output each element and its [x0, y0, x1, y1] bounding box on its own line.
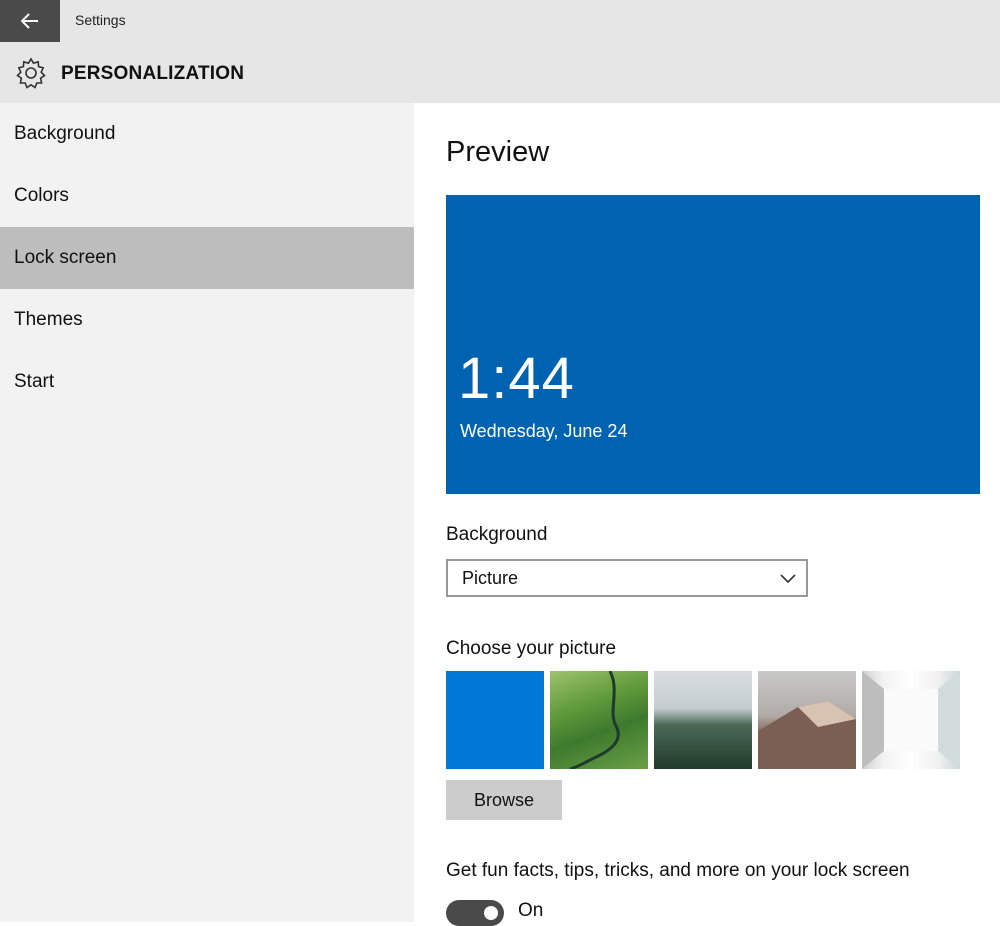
preview-time: 1:44 [458, 346, 575, 411]
background-dropdown[interactable]: Picture [446, 559, 808, 597]
picture-thumbnail-blue[interactable] [446, 671, 544, 769]
fun-facts-toggle[interactable] [446, 900, 504, 926]
preview-heading: Preview [446, 136, 550, 168]
lock-screen-preview: 1:44 Wednesday, June 24 [446, 195, 980, 494]
main-content: Preview 1:44 Wednesday, June 24 Backgrou… [414, 103, 1000, 926]
section-title: PERSONALIZATION [61, 63, 245, 84]
sidebar-item-label: Colors [14, 185, 69, 206]
picture-thumbnail-white-room[interactable] [862, 671, 960, 769]
sidebar-item-start[interactable]: Start [0, 351, 414, 413]
room-image [862, 671, 960, 769]
back-button[interactable] [0, 0, 60, 42]
dropdown-value: Picture [462, 567, 519, 588]
background-label: Background [446, 524, 548, 545]
sidebar-item-colors[interactable]: Colors [0, 165, 414, 227]
picture-thumbnail-green-valley[interactable] [550, 671, 648, 769]
browse-button[interactable]: Browse [446, 780, 562, 820]
preview-date: Wednesday, June 24 [460, 421, 628, 441]
fun-facts-label: Get fun facts, tips, tricks, and more on… [446, 860, 910, 881]
chevron-down-icon [780, 574, 796, 584]
sidebar-item-background[interactable]: Background [0, 103, 414, 165]
toggle-state-label: On [518, 900, 544, 921]
picture-thumbnails [446, 671, 966, 769]
sidebar-item-label: Background [14, 123, 116, 144]
sidebar-item-lock-screen[interactable]: Lock screen [0, 227, 414, 289]
toggle-knob [484, 906, 498, 920]
choose-picture-label: Choose your picture [446, 638, 617, 659]
back-arrow-icon [21, 13, 38, 29]
gear-icon [16, 57, 46, 89]
sidebar: Background Colors Lock screen Themes Sta… [0, 103, 414, 922]
sidebar-item-themes[interactable]: Themes [0, 289, 414, 351]
title-bar: Settings [0, 0, 1000, 42]
picture-thumbnail-misty-forest[interactable] [654, 671, 752, 769]
sidebar-item-label: Lock screen [14, 247, 117, 268]
dune-image [758, 701, 856, 769]
river-image [569, 671, 620, 769]
sidebar-item-label: Themes [14, 309, 83, 330]
page-header: PERSONALIZATION [0, 42, 1000, 103]
sidebar-item-label: Start [14, 371, 55, 392]
window-title: Settings [75, 12, 126, 28]
picture-thumbnail-desert-dune[interactable] [758, 671, 856, 769]
